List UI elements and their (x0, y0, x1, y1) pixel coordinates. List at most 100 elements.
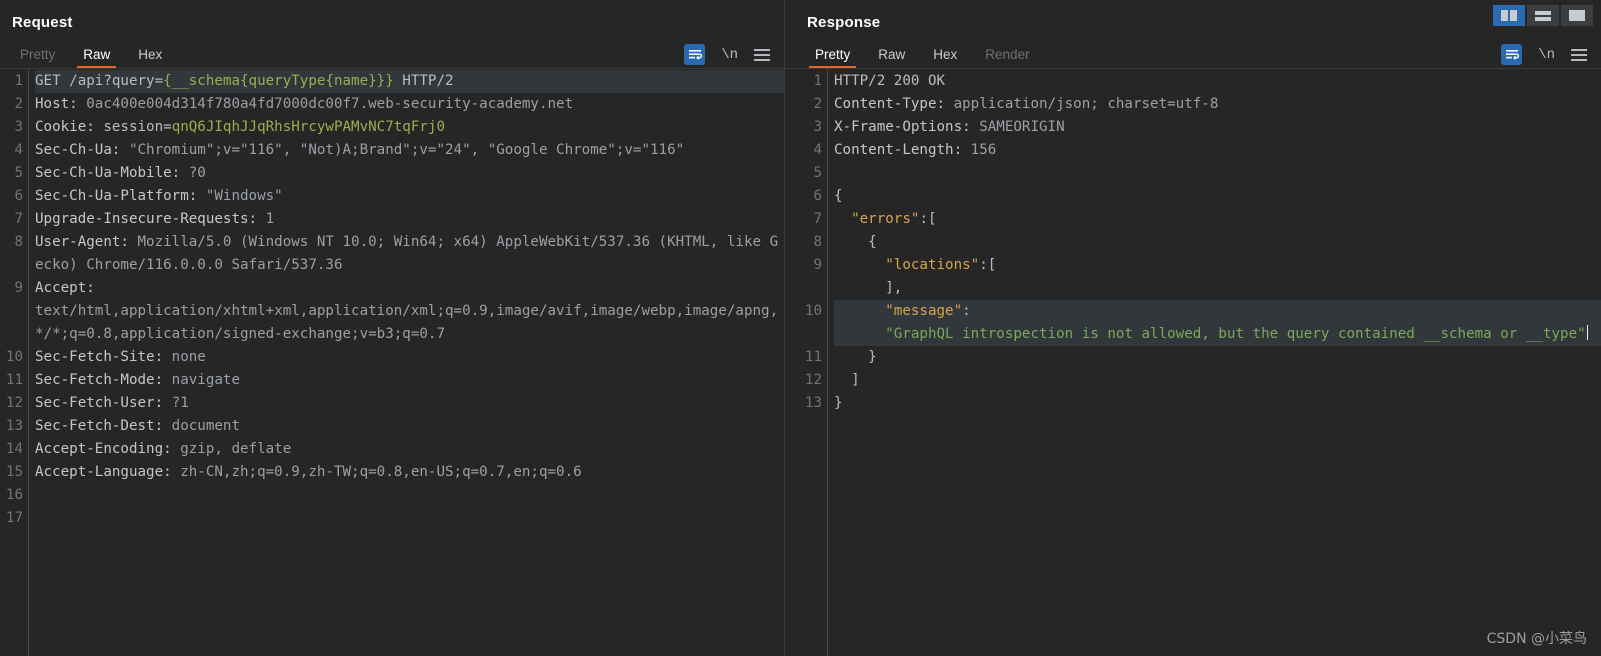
line-number: 9 (813, 257, 822, 273)
code-line: Sec-Fetch-Dest: document (35, 415, 784, 438)
code-segment: "Chromium";v="116", "Not)A;Brand";v="24"… (128, 142, 685, 158)
code-line: Sec-Ch-Ua: "Chromium";v="116", "Not)A;Br… (35, 139, 784, 162)
code-segment: application/json; charset=utf-8 (953, 96, 1219, 112)
code-line: User-Agent: Mozilla/5.0 (Windows NT 10.0… (35, 231, 784, 277)
code-line: Host: 0ac400e004d314f780a4fd7000dc00f7.w… (35, 93, 784, 116)
response-editor[interactable]: 123456789.10.111213 HTTP/2 200 OKContent… (785, 69, 1601, 656)
code-segment: } (834, 349, 877, 365)
code-segment: Sec-Fetch-Site: (35, 349, 172, 365)
code-segment: { (834, 234, 877, 250)
layout-single-pane-button[interactable] (1561, 5, 1593, 26)
code-segment: 156 (970, 142, 997, 158)
code-segment: Host: (35, 96, 87, 112)
code-line: "locations":[ ], (834, 254, 1601, 300)
tab-response-pretty[interactable]: Pretty (801, 44, 864, 69)
line-number: 17 (5, 510, 23, 526)
request-code[interactable]: GET /api?query={__schema{queryType{name}… (28, 69, 784, 656)
tab-request-pretty[interactable]: Pretty (6, 44, 69, 69)
code-segment: gzip, deflate (180, 441, 292, 457)
request-menu-button[interactable] (754, 48, 770, 61)
layout-buttons (1493, 5, 1593, 26)
request-show-newlines-button[interactable]: \n (721, 47, 738, 63)
code-segment: Cookie: (35, 119, 104, 135)
line-number: 5 (14, 165, 23, 181)
response-line-numbers: 123456789.10.111213 (785, 69, 827, 656)
code-segment: Sec-Ch-Ua-Platform: (35, 188, 206, 204)
layout-split-horizontal-button[interactable] (1527, 5, 1559, 26)
line-number: 14 (5, 441, 23, 457)
code-line: Content-Length: 156 (834, 139, 1601, 162)
tab-request-hex[interactable]: Hex (124, 44, 176, 69)
tab-response-render[interactable]: Render (971, 44, 1043, 69)
line-number: . (785, 323, 827, 346)
tab-response-raw[interactable]: Raw (864, 44, 919, 69)
response-menu-button[interactable] (1571, 48, 1587, 61)
code-segment: { (834, 188, 843, 204)
code-line: Sec-Fetch-Mode: navigate (35, 369, 784, 392)
tab-request-raw[interactable]: Raw (69, 44, 124, 69)
newline-icon: \n (1538, 46, 1555, 63)
code-line: Sec-Ch-Ua-Platform: "Windows" (35, 185, 784, 208)
code-line: } (834, 392, 1601, 415)
line-number: 11 (804, 349, 822, 365)
code-segment: Upgrade-Insecure-Requests: (35, 211, 266, 227)
code-segment: document (171, 418, 241, 434)
code-segment: Mozilla/5.0 (Windows NT 10.0; Win64; x64… (35, 234, 779, 273)
request-tabbar-divider (0, 68, 784, 69)
code-line: Accept-Encoding: gzip, deflate (35, 438, 784, 461)
code-line: Sec-Ch-Ua-Mobile: ?0 (35, 162, 784, 185)
request-word-wrap-button[interactable] (684, 44, 706, 65)
line-number: 7 (14, 211, 23, 227)
line-number: 12 (5, 395, 23, 411)
code-segment: "message" (885, 303, 963, 319)
layout-split-vertical-button[interactable] (1493, 5, 1525, 26)
code-segment: none (171, 349, 206, 365)
line-number: 8 (813, 234, 822, 250)
response-title: Response (807, 14, 881, 31)
code-segment: Sec-Fetch-User: (35, 395, 172, 411)
line-number: . (0, 300, 28, 323)
line-number: 11 (5, 372, 23, 388)
response-show-newlines-button[interactable]: \n (1538, 47, 1555, 63)
line-number: 6 (813, 188, 822, 204)
word-wrap-icon (1501, 44, 1523, 65)
request-toolbar: \n (684, 44, 770, 65)
hamburger-menu-icon (754, 48, 770, 61)
code-segment: "locations" (885, 257, 980, 273)
code-line: Content-Type: application/json; charset=… (834, 93, 1601, 116)
code-segment: "Windows" (205, 188, 283, 204)
request-pane: Request Pretty Raw Hex \n 1 2 3 4 5 6 7 … (0, 0, 784, 656)
tab-response-hex[interactable]: Hex (919, 44, 971, 69)
code-segment: zh-CN,zh;q=0.9,zh-TW;q=0.8,en-US;q=0.7,e… (180, 464, 582, 480)
response-word-wrap-button[interactable] (1501, 44, 1523, 65)
line-number: . (0, 323, 28, 346)
watermark: CSDN @小菜鸟 (1486, 631, 1587, 647)
code-segment: navigate (171, 372, 241, 388)
code-segment: SAMEORIGIN (979, 119, 1065, 135)
line-number: 5 (813, 165, 822, 181)
code-segment: qnQ6JIqhJJqRhsHrcywPAMvNC7tqFrj0 (171, 119, 446, 135)
request-line-numbers: 12345678.9..1011121314151617 (0, 69, 28, 656)
code-segment: text/html,application/xhtml+xml,applicat… (35, 303, 779, 342)
code-segment: Content-Length: (834, 142, 971, 158)
response-toolbar: \n (1501, 44, 1587, 65)
code-segment: User-Agent: (35, 234, 138, 250)
request-editor[interactable]: 12345678.9..1011121314151617 GET /api?qu… (0, 69, 784, 656)
line-number: 10 (5, 349, 23, 365)
line-number: 2 (813, 96, 822, 112)
code-segment: HTTP/2 (393, 73, 454, 89)
line-number: 16 (5, 487, 23, 503)
line-number: 6 (14, 188, 23, 204)
line-number: 1 (14, 73, 23, 89)
code-segment: } (834, 395, 843, 411)
response-code[interactable]: HTTP/2 200 OK Content-Type: application/j… (827, 69, 1601, 656)
code-segment: "errors" (851, 211, 920, 227)
code-line: "message": "GraphQL introspection is not… (834, 300, 1601, 346)
code-line: { (834, 231, 1601, 254)
line-number: 1 (813, 73, 822, 89)
code-line: X-Frame-Options: SAMEORIGIN (834, 116, 1601, 139)
